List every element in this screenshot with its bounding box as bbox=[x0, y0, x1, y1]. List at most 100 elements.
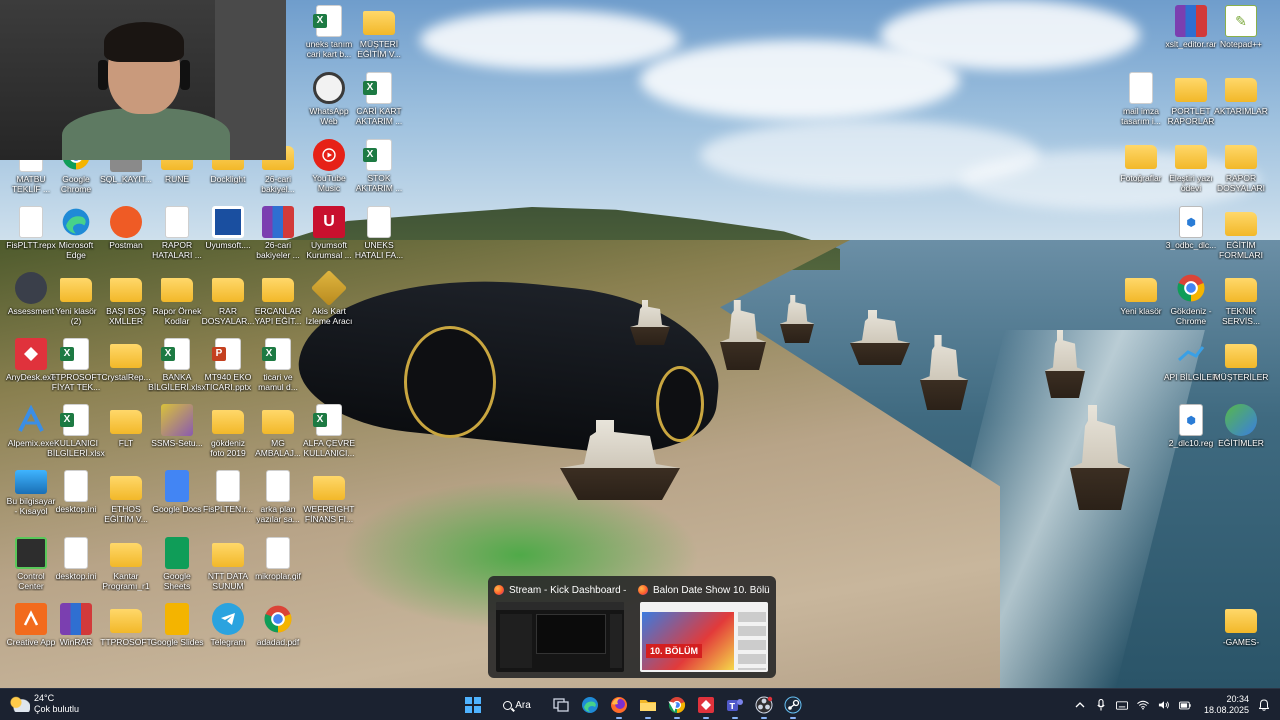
uyumsoft-icon bbox=[212, 206, 244, 238]
system-clock[interactable]: 20:34 18.08.2025 bbox=[1204, 694, 1249, 716]
telegram-icon bbox=[212, 603, 244, 635]
preview-kick-dashboard[interactable]: Stream - Kick Dashboard —... bbox=[488, 576, 632, 678]
edge-taskbar-button[interactable] bbox=[579, 694, 601, 716]
desktop-icon[interactable]: RAPOR DOSYALARI bbox=[1210, 139, 1272, 203]
weather-description: Çok bulutlu bbox=[34, 704, 80, 714]
wifi-icon[interactable] bbox=[1137, 699, 1149, 711]
teams-taskbar-button[interactable]: T bbox=[724, 694, 746, 719]
edge-icon bbox=[60, 206, 92, 238]
desktop-icon[interactable]: STOK AKTARIM ... bbox=[348, 139, 410, 203]
doc-icon bbox=[19, 206, 43, 238]
steam-taskbar-button[interactable] bbox=[782, 694, 804, 719]
doc-icon bbox=[367, 206, 391, 238]
desktop-icon[interactable]: mikroplar.gif bbox=[247, 537, 309, 601]
desktop-icon[interactable]: EĞİTİMLER bbox=[1210, 404, 1272, 468]
clock-date: 18.08.2025 bbox=[1203, 705, 1249, 715]
desktop-icon[interactable]: CARİ KART AKTARIM ... bbox=[348, 72, 410, 136]
desktop-icon[interactable]: TEKNİK SERVİS... bbox=[1210, 272, 1272, 336]
preview-title: Balon Date Show 10. Bölüm... bbox=[653, 584, 770, 596]
desktop-icon[interactable]: ticari ve mamul d... bbox=[247, 338, 309, 402]
gsheets-icon bbox=[165, 537, 189, 569]
image-file-icon bbox=[266, 537, 290, 569]
desktop-icon[interactable]: EĞİTİM FORMLARI bbox=[1210, 206, 1272, 270]
chrome-icon bbox=[262, 603, 294, 635]
gear-file-icon bbox=[64, 537, 88, 569]
folder-icon bbox=[212, 410, 244, 434]
desktop-icon-label: Notepad++ bbox=[1219, 39, 1263, 49]
folder-icon bbox=[60, 278, 92, 302]
preview-title-row: Balon Date Show 10. Bölüm... bbox=[638, 582, 770, 598]
desktop-icon-label: EĞİTİM FORMLARI bbox=[1219, 240, 1263, 260]
firefox-icon bbox=[494, 585, 504, 595]
wallpaper-cloud bbox=[880, 0, 1140, 70]
gear-file-icon bbox=[64, 470, 88, 502]
reg-icon: ⬢ bbox=[1179, 404, 1203, 436]
windows-start-button[interactable] bbox=[462, 694, 484, 716]
episode-badge: 10. BÖLÜM bbox=[646, 644, 703, 658]
volume-icon[interactable] bbox=[1158, 699, 1170, 711]
desktop-icon[interactable]: Akis Kart İzleme Aracı bbox=[298, 269, 360, 336]
desktop-icon[interactable]: -GAMES- bbox=[1210, 603, 1272, 667]
anydesk-taskbar-button[interactable] bbox=[695, 694, 717, 719]
notepad-icon: ✎ bbox=[1225, 5, 1257, 37]
excel-icon bbox=[60, 338, 89, 370]
folder-icon bbox=[1125, 145, 1157, 169]
excel-icon bbox=[313, 5, 342, 37]
excel-icon bbox=[363, 139, 392, 171]
reg-icon: ⬢ bbox=[1179, 206, 1203, 238]
desktop-icon[interactable]: MÜŞTERİLER bbox=[1210, 338, 1272, 402]
notification-bell-icon[interactable] bbox=[1258, 699, 1270, 711]
desktop-icon[interactable]: AKTARIMLAR bbox=[1210, 72, 1272, 136]
wallpaper-cloud bbox=[420, 10, 680, 70]
rar-icon bbox=[1175, 5, 1207, 37]
desktop-icon[interactable]: ✎ Notepad++ bbox=[1210, 5, 1272, 69]
desktop-icon-label: -GAMES- bbox=[1222, 637, 1260, 647]
postman-icon bbox=[110, 206, 142, 238]
folder-icon bbox=[1225, 278, 1257, 302]
folder-icon bbox=[1175, 78, 1207, 102]
taskbar-apps: Ara T bbox=[462, 693, 804, 719]
desktop-icon-label: MÜŞTERİLER bbox=[1213, 372, 1269, 382]
excel-icon bbox=[363, 72, 392, 104]
desktop-icon-label: ALFA ÇEVRE KULLANICI... bbox=[303, 438, 355, 458]
rar-icon bbox=[60, 603, 92, 635]
preview-balon-date-show[interactable]: Balon Date Show 10. Bölüm... 10. BÖLÜM bbox=[632, 576, 776, 678]
keyboard-icon[interactable] bbox=[1115, 699, 1128, 711]
file-explorer-taskbar-button[interactable] bbox=[637, 694, 659, 719]
anydesk-icon bbox=[15, 338, 47, 370]
webcam-person-body bbox=[62, 108, 230, 160]
battery-icon[interactable] bbox=[1178, 699, 1191, 711]
obs-taskbar-button[interactable] bbox=[753, 694, 775, 719]
task-view-button[interactable] bbox=[550, 694, 572, 716]
webcam-headset bbox=[98, 60, 108, 90]
system-tray: 20:34 18.08.2025 bbox=[1074, 693, 1270, 717]
desktop-icon[interactable]: adadad.pdf bbox=[247, 603, 309, 667]
microphone-icon[interactable] bbox=[1095, 699, 1107, 711]
desktop-icon[interactable]: WEFREIGHT FİNANS FI... bbox=[298, 470, 360, 534]
desktop-icon-label: MÜŞTERİ EĞİTİM V... bbox=[357, 39, 401, 59]
desktop-icon[interactable]: ALFA ÇEVRE KULLANICI... bbox=[298, 404, 360, 468]
image-file-icon bbox=[266, 470, 290, 502]
firefox-taskbar-button[interactable] bbox=[608, 694, 630, 719]
preview-title: Stream - Kick Dashboard —... bbox=[509, 584, 626, 596]
doc-icon bbox=[165, 206, 189, 238]
gdocs-icon bbox=[165, 470, 189, 502]
chevron-up-icon[interactable] bbox=[1074, 699, 1086, 711]
search-button[interactable]: Ara bbox=[491, 694, 543, 716]
excel-icon bbox=[60, 404, 89, 436]
desktop-icon-label: ticari ve mamul d... bbox=[258, 372, 298, 392]
folder-icon bbox=[1225, 212, 1257, 236]
preview-image: 10. BÖLÜM bbox=[640, 602, 768, 672]
ppt-icon bbox=[212, 338, 241, 370]
folder-icon bbox=[1225, 145, 1257, 169]
desktop-icon[interactable]: MÜŞTERİ EĞİTİM V... bbox=[348, 5, 410, 69]
teams-icon: T bbox=[727, 699, 743, 711]
desktop-icon[interactable]: UNEKS HATALI FA... bbox=[348, 206, 410, 270]
card-icon bbox=[310, 269, 348, 307]
alpemix-icon bbox=[15, 404, 47, 436]
preview-image bbox=[496, 602, 624, 672]
edge-icon bbox=[582, 697, 598, 713]
weather-widget[interactable]: 24°C Çok bulutlu bbox=[10, 693, 79, 715]
firefox-icon bbox=[638, 585, 648, 595]
firefox-icon bbox=[611, 697, 627, 713]
